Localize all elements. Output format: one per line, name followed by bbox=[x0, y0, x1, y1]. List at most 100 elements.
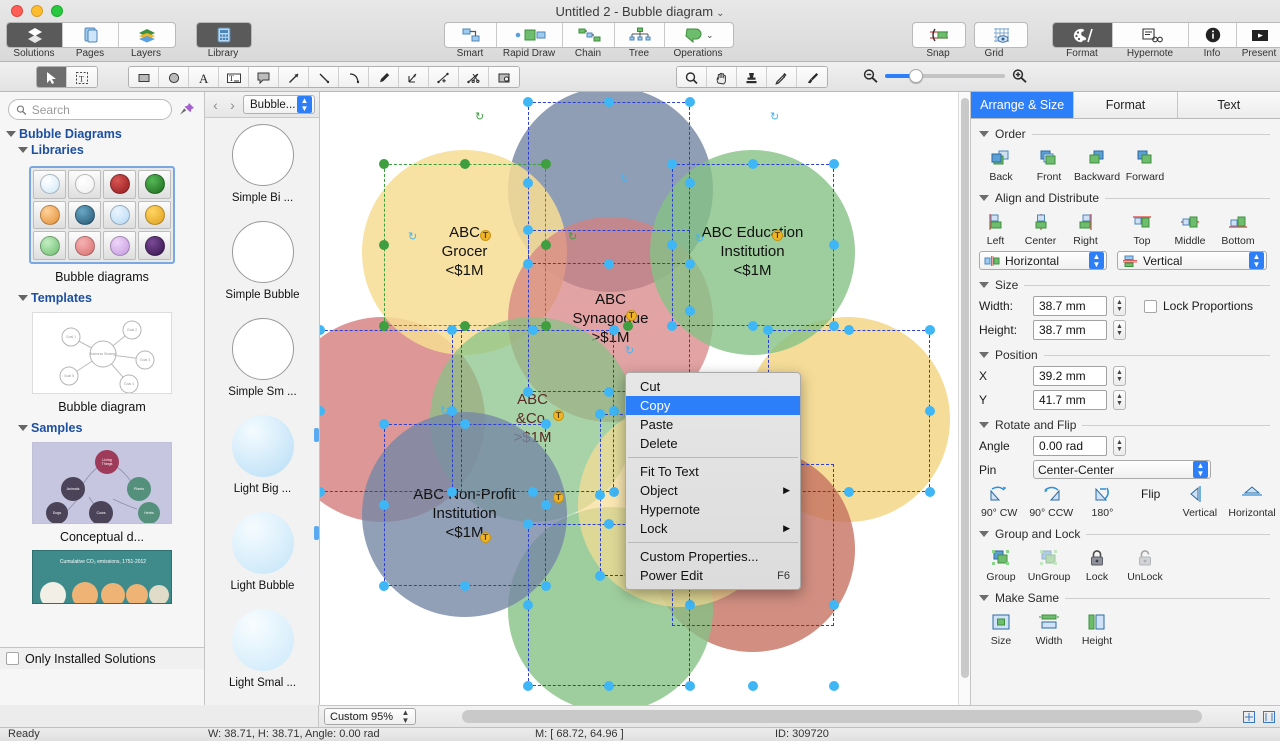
sidebar-node-templates[interactable]: Templates bbox=[0, 290, 204, 306]
paintbrush-tool[interactable] bbox=[797, 67, 827, 88]
fit-page-icon[interactable] bbox=[1242, 710, 1256, 724]
zoom-in-icon[interactable] bbox=[1011, 68, 1028, 84]
x-stepper[interactable]: ▲▼ bbox=[1113, 366, 1126, 386]
align-left-button[interactable]: Left bbox=[973, 211, 1018, 247]
canvas-horizontal-scrollbar[interactable] bbox=[422, 710, 1236, 723]
text-box-tool[interactable]: T bbox=[219, 67, 249, 88]
cut-path-tool[interactable] bbox=[459, 67, 489, 88]
shape-item-light-big[interactable]: Light Big ... bbox=[205, 415, 320, 512]
zoom-tool[interactable] bbox=[677, 67, 707, 88]
pen-tool[interactable] bbox=[369, 67, 399, 88]
shape-item-simple-small[interactable]: Simple Sm ... bbox=[205, 318, 320, 415]
zoom-level-select[interactable]: Custom 95% ▲▼ bbox=[324, 708, 416, 725]
align-top-button[interactable]: Top bbox=[1118, 211, 1166, 247]
align-right-button[interactable]: Right bbox=[1063, 211, 1108, 247]
align-center-button[interactable]: Center bbox=[1018, 211, 1063, 247]
library-thumbnail-bubble-diagrams[interactable] bbox=[29, 166, 175, 264]
search-input[interactable] bbox=[32, 103, 164, 117]
section-make-same[interactable]: Make Same bbox=[979, 591, 1280, 605]
toolbar-operations-button[interactable]: ⌄ bbox=[665, 22, 733, 48]
distribute-vertical-select[interactable]: Vertical ▲▼ bbox=[1117, 251, 1267, 270]
scrollbar-thumb[interactable] bbox=[961, 98, 969, 678]
rotate-ccw-button[interactable]: 90° CCW bbox=[1023, 483, 1079, 519]
send-to-back-button[interactable]: Back bbox=[977, 147, 1025, 183]
context-menu-item-cut[interactable]: Cut bbox=[626, 377, 800, 396]
curve-tool[interactable] bbox=[339, 67, 369, 88]
group-button[interactable]: Group bbox=[977, 547, 1025, 583]
flip-horizontal-button[interactable]: Horizontal bbox=[1224, 483, 1280, 519]
context-menu-item-paste[interactable]: Paste bbox=[626, 415, 800, 434]
pin-select[interactable]: Center-Center ▲▼ bbox=[1033, 460, 1211, 479]
chevron-updown-icon[interactable]: ▲▼ bbox=[1249, 252, 1264, 269]
shape-item-light-bubble[interactable]: Light Bubble bbox=[205, 512, 320, 609]
text-tool[interactable]: A bbox=[189, 67, 219, 88]
line-tool[interactable] bbox=[309, 67, 339, 88]
shape-item-light-small[interactable]: Light Smal ... bbox=[205, 609, 320, 705]
context-menu-item-object[interactable]: Object ▶ bbox=[626, 481, 800, 500]
chevron-left-icon[interactable]: ‹ bbox=[209, 97, 222, 113]
toolbar-smart-button[interactable] bbox=[445, 22, 497, 48]
fit-width-icon[interactable] bbox=[1262, 710, 1276, 724]
template-thumbnail-bubble-diagram[interactable]: Business Strategy Goal 1Goal 2 Goal 3Goa… bbox=[32, 312, 172, 394]
toolbar-rapid-draw-button[interactable] bbox=[497, 22, 563, 48]
same-size-button[interactable]: Size bbox=[977, 611, 1025, 647]
section-position[interactable]: Position bbox=[979, 348, 1280, 362]
context-menu-item-power-edit[interactable]: Power Edit F6 bbox=[626, 566, 800, 585]
chevron-right-icon[interactable]: › bbox=[226, 97, 239, 113]
chevron-down-icon[interactable] bbox=[18, 146, 27, 155]
chevron-down-icon[interactable] bbox=[979, 595, 989, 601]
lock-proportions-checkbox[interactable] bbox=[1144, 300, 1157, 313]
width-input[interactable]: 38.7 mm bbox=[1033, 296, 1107, 316]
toolbar-present-button[interactable] bbox=[1237, 22, 1280, 48]
callout-tool[interactable] bbox=[249, 67, 279, 88]
toolbar-pages-button[interactable] bbox=[63, 22, 119, 48]
chevron-updown-icon[interactable]: ▲▼ bbox=[297, 96, 312, 113]
only-installed-solutions-row[interactable]: Only Installed Solutions bbox=[0, 647, 205, 669]
same-height-button[interactable]: Height bbox=[1073, 611, 1121, 647]
canvas-vertical-scrollbar[interactable] bbox=[958, 92, 970, 705]
height-input[interactable]: 38.7 mm bbox=[1033, 320, 1107, 340]
chevron-down-icon[interactable] bbox=[979, 282, 989, 288]
bring-to-front-button[interactable]: Front bbox=[1025, 147, 1073, 183]
chevron-down-icon[interactable] bbox=[979, 352, 989, 358]
tab-text[interactable]: Text bbox=[1178, 92, 1280, 118]
sample-thumbnail-co2[interactable]: Cumulative CO₂ emissions, 1751-2012 bbox=[32, 550, 172, 604]
context-menu-item-fit-to-text[interactable]: Fit To Text bbox=[626, 462, 800, 481]
toolbar-info-button[interactable] bbox=[1189, 22, 1237, 48]
shape-item-simple-bubble[interactable]: Simple Bubble bbox=[205, 221, 320, 318]
chevron-updown-icon[interactable]: ▲▼ bbox=[1193, 461, 1208, 478]
chevron-updown-icon[interactable]: ▲▼ bbox=[1089, 252, 1104, 269]
toolbar-solutions-button[interactable] bbox=[7, 22, 63, 48]
marquee-select-tool[interactable]: T bbox=[67, 67, 97, 88]
scrollbar-thumb[interactable] bbox=[462, 710, 1202, 723]
context-menu-item-hypernote[interactable]: Hypernote bbox=[626, 500, 800, 519]
rectangle-tool[interactable] bbox=[129, 67, 159, 88]
toolbar-snap-button[interactable] bbox=[913, 22, 965, 48]
angle-stepper[interactable]: ▲▼ bbox=[1113, 436, 1126, 456]
tab-arrange-size[interactable]: Arrange & Size bbox=[971, 92, 1074, 118]
x-input[interactable]: 39.2 mm bbox=[1033, 366, 1107, 386]
context-menu-item-custom-properties[interactable]: Custom Properties... bbox=[626, 547, 800, 566]
context-menu[interactable]: Cut Copy Paste Delete Fit To Text Object… bbox=[625, 372, 801, 590]
angle-input[interactable]: 0.00 rad bbox=[1033, 436, 1107, 456]
section-group-lock[interactable]: Group and Lock bbox=[979, 527, 1280, 541]
context-menu-item-delete[interactable]: Delete bbox=[626, 434, 800, 453]
align-middle-button[interactable]: Middle bbox=[1166, 211, 1214, 247]
chevron-down-icon[interactable] bbox=[979, 131, 989, 137]
context-menu-item-copy[interactable]: Copy bbox=[626, 396, 800, 415]
bezier-node-tool[interactable] bbox=[399, 67, 429, 88]
chevron-down-icon[interactable] bbox=[979, 531, 989, 537]
toolbar-grid-button[interactable] bbox=[975, 22, 1027, 48]
width-stepper[interactable]: ▲▼ bbox=[1113, 296, 1126, 316]
zoom-out-icon[interactable] bbox=[862, 68, 879, 84]
chevron-down-icon[interactable] bbox=[979, 422, 989, 428]
library-select[interactable]: Bubble... ▲▼ bbox=[243, 95, 315, 114]
context-menu-item-lock[interactable]: Lock ▶ bbox=[626, 519, 800, 538]
toolbar-format-button[interactable] bbox=[1053, 22, 1113, 48]
hand-tool[interactable] bbox=[707, 67, 737, 88]
shape-item-simple-big[interactable]: Simple Bi ... bbox=[205, 124, 320, 221]
rotate-cw-button[interactable]: 90° CW bbox=[975, 483, 1023, 519]
chevron-down-icon[interactable] bbox=[6, 130, 15, 139]
zoom-slider-knob[interactable] bbox=[909, 69, 923, 83]
y-input[interactable]: 41.7 mm bbox=[1033, 390, 1107, 410]
